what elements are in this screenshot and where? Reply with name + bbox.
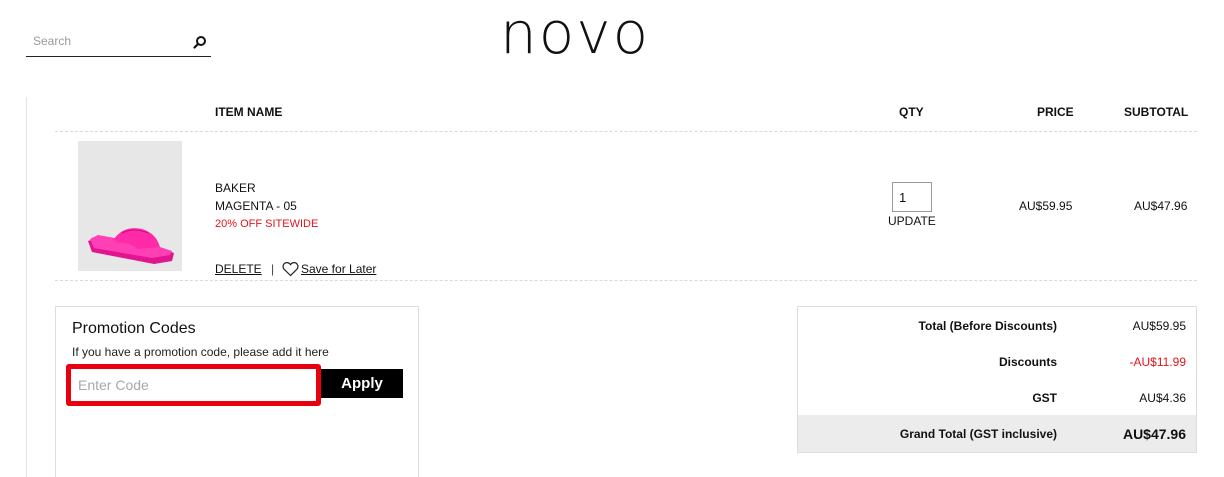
promotion-subtitle: If you have a promotion code, please add… (72, 345, 329, 359)
totals-row-gst: GST AU$4.36 (798, 379, 1196, 415)
update-quantity-button[interactable]: UPDATE (888, 214, 936, 228)
product-name[interactable]: BAKER (215, 181, 256, 195)
total-before-discounts-value: AU$59.95 (1132, 319, 1186, 333)
promo-code-field-wrapper (66, 364, 321, 406)
total-before-discounts-label: Total (Before Discounts) (918, 319, 1057, 333)
brand-logo[interactable]: novo (500, 4, 650, 62)
promotion-title: Promotion Codes (72, 320, 196, 337)
search-icon[interactable] (193, 35, 207, 49)
discounts-label: Discounts (998, 355, 1057, 369)
apply-promo-button[interactable]: Apply (321, 369, 403, 398)
order-totals-panel: Total (Before Discounts) AU$59.95 Discou… (797, 306, 1197, 453)
search-bar (26, 30, 211, 57)
delete-item-link[interactable]: DELETE (215, 262, 262, 276)
link-separator: | (271, 262, 275, 276)
totals-row-before-discounts: Total (Before Discounts) AU$59.95 (798, 307, 1196, 343)
column-header-qty: QTY (899, 105, 924, 119)
search-input[interactable] (33, 34, 183, 48)
grand-total-value: AU$47.96 (1122, 426, 1186, 442)
column-header-item-name: ITEM NAME (215, 105, 283, 119)
gst-value: AU$4.36 (1139, 391, 1186, 405)
quantity-input[interactable]: 1 (892, 182, 932, 212)
column-header-price: PRICE (1037, 105, 1074, 119)
totals-row-grand-total: Grand Total (GST inclusive) AU$47.96 (798, 415, 1196, 452)
item-subtotal: AU$47.96 (1134, 199, 1188, 213)
grand-total-label: Grand Total (GST inclusive) (899, 427, 1057, 441)
heart-icon[interactable] (282, 261, 299, 277)
save-for-later-link[interactable]: Save for Later (301, 262, 376, 276)
promotion-panel: Promotion Codes If you have a promotion … (55, 306, 419, 477)
totals-row-discounts: Discounts -AU$11.99 (798, 343, 1196, 379)
divider (55, 131, 1197, 132)
divider (26, 97, 27, 477)
product-variant: MAGENTA - 05 (215, 199, 297, 213)
item-price: AU$59.95 (1019, 199, 1073, 213)
column-header-subtotal: SUBTOTAL (1124, 105, 1189, 119)
pink-sandal-icon (88, 228, 174, 264)
product-promo-label: 20% OFF SITEWIDE (215, 218, 319, 230)
gst-label: GST (1032, 391, 1057, 405)
discounts-value: -AU$11.99 (1129, 355, 1186, 369)
divider (55, 280, 1197, 281)
product-image[interactable] (78, 141, 182, 271)
promo-code-input[interactable] (71, 369, 316, 401)
